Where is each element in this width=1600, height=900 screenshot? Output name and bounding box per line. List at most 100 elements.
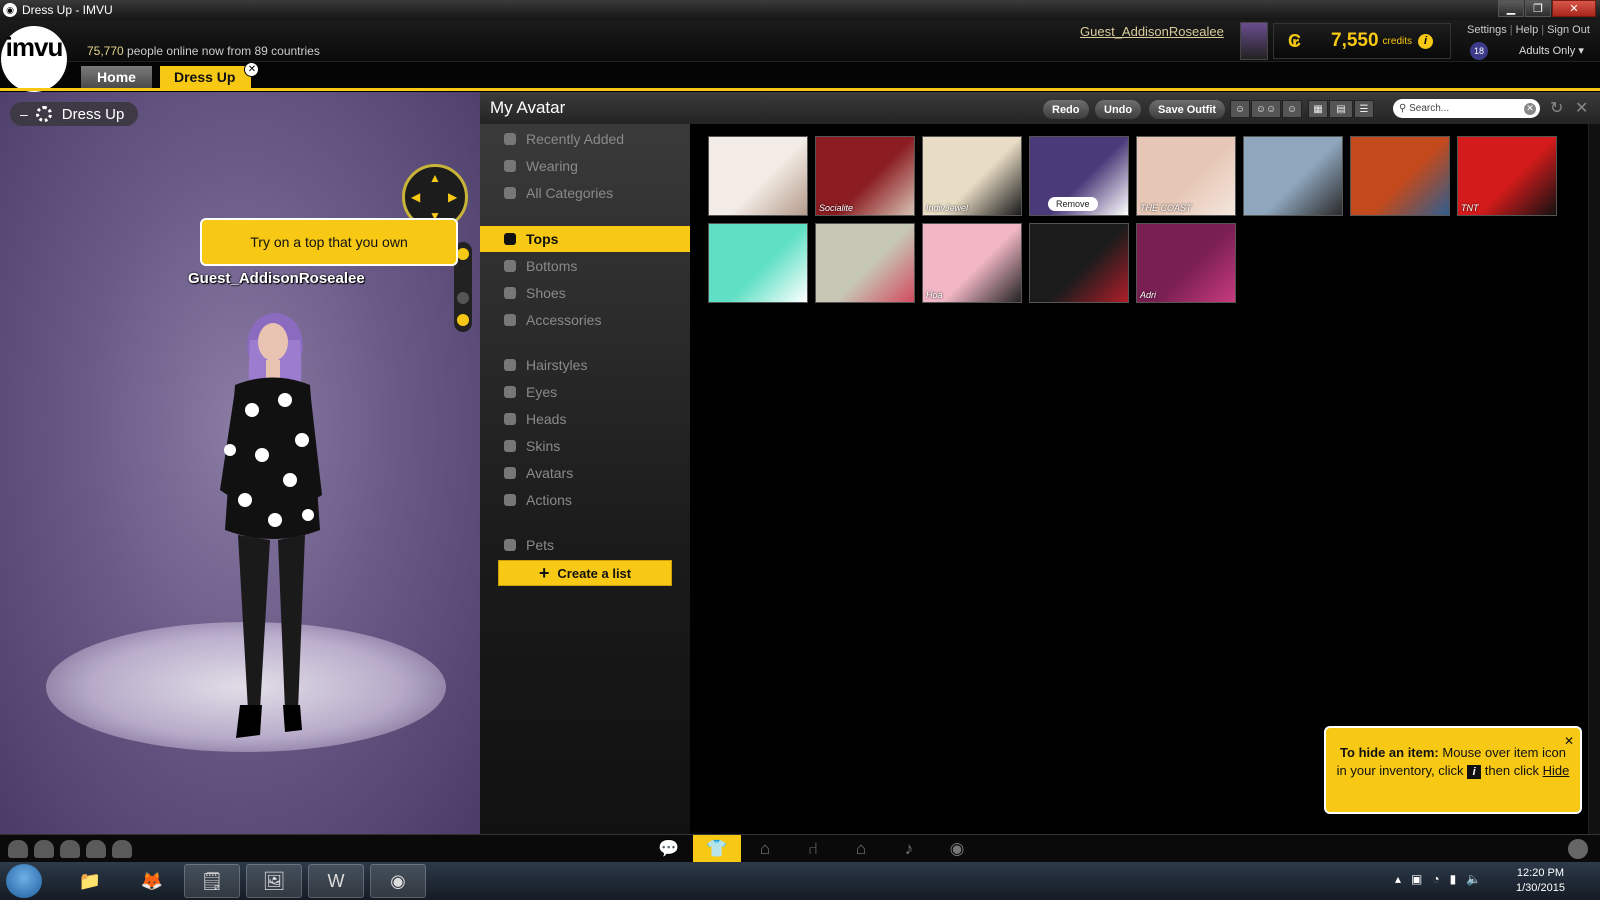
hair-icon [504,359,516,371]
arrow-right-icon[interactable]: ▶ [448,190,457,204]
home-icon[interactable]: ⌂ [837,835,885,863]
collapse-icon[interactable]: – [20,106,28,122]
multi-avatar-view-icon[interactable]: ☺☺ [1251,100,1281,118]
camera-icon[interactable]: ◉ [933,835,981,863]
sidebar-item-all-categories[interactable]: All Categories [480,180,690,206]
close-button[interactable]: ✕ [1552,0,1596,17]
inventory-item[interactable] [1029,223,1129,303]
help-link[interactable]: Help [1516,24,1539,36]
minimize-button[interactable]: ▁ [1498,0,1524,17]
refresh-icon[interactable]: ↻ [1550,98,1563,118]
adults-only-dropdown[interactable]: Adults Only ▾ [1519,44,1584,57]
chair-icon[interactable]: ⑁ [789,835,837,863]
imvu-taskbar-icon[interactable]: ◉ [370,864,426,898]
inventory-item[interactable] [708,136,808,216]
single-avatar-view-icon[interactable]: ☺ [1230,100,1250,118]
clear-search-icon[interactable]: ✕ [1524,102,1536,115]
person-icon[interactable] [60,840,80,858]
sidebar-item-eyes[interactable]: Eyes [480,379,690,405]
image-viewer-icon[interactable]: 🖼 [246,864,302,898]
sidebar-item-shoes[interactable]: Shoes [480,280,690,306]
volume-icon[interactable]: 🔈 [1466,872,1481,886]
tab-dress-up-label: Dress Up [174,69,236,85]
credits-box[interactable]: ₢ 7,550 credits i [1273,23,1451,59]
full-body-view-icon[interactable]: ☺ [1282,100,1302,118]
tray-expand-icon[interactable]: ▴ [1395,872,1401,886]
clock[interactable]: 12:20 PM 1/30/2015 [1516,866,1565,896]
inventory-item[interactable] [1243,136,1343,216]
zoom-step[interactable] [457,292,469,304]
sidebar-item-pets[interactable]: Pets [480,532,690,558]
inventory-item[interactable]: TNT [1457,136,1557,216]
tab-home[interactable]: Home [81,66,152,88]
settings-link[interactable]: Settings [1467,24,1507,36]
tray-security-icon[interactable]: ◔ [1432,872,1439,886]
close-tip-icon[interactable]: ✕ [1564,732,1574,750]
hanger-icon[interactable]: ⌂ [741,835,789,863]
username-link[interactable]: Guest_AddisonRosealee [1080,24,1224,39]
sign-out-link[interactable]: Sign Out [1547,24,1590,36]
inventory-item[interactable]: THE COAST [1136,136,1236,216]
search-input[interactable]: ⚲ Search... ✕ [1393,99,1540,118]
inventory-item[interactable]: Adri [1136,223,1236,303]
close-tab-icon[interactable]: ✕ [244,62,260,77]
imvu-logo[interactable]: imvu [1,26,67,92]
sidebar-item-skins[interactable]: Skins [480,433,690,459]
tray-app-icon[interactable]: ▣ [1411,872,1422,886]
hide-link[interactable]: Hide [1543,763,1570,778]
sidebar-item-actions[interactable]: Actions [480,487,690,513]
inventory-item[interactable]: Remove [1029,136,1129,216]
firefox-icon[interactable]: 🦊 [124,864,180,898]
tab-dress-up[interactable]: Dress Up ✕ [160,62,260,88]
notes-app-icon[interactable]: 🗒 [184,864,240,898]
shirt-icon[interactable]: 👕 [693,835,741,863]
avatar-figure[interactable] [190,290,340,760]
explorer-icon[interactable]: 📁 [62,864,118,898]
inventory-item[interactable] [815,223,915,303]
chat-bubble-icon[interactable] [34,840,54,858]
word-icon[interactable]: W [308,864,364,898]
friends-icon[interactable] [112,840,132,858]
sidebar-item-heads[interactable]: Heads [480,406,690,432]
online-status: 75,770 people online now from 89 countri… [87,44,320,58]
inventory-item[interactable]: IndivJewel [922,136,1022,216]
inventory-item[interactable] [1350,136,1450,216]
start-button[interactable] [6,864,42,898]
sidebar-item-hairstyles[interactable]: Hairstyles [480,352,690,378]
info-icon[interactable]: i [1418,33,1433,49]
save-outfit-button[interactable]: Save Outfit [1149,100,1226,119]
sidebar-item-accessories[interactable]: Accessories [480,307,690,333]
network-icon[interactable]: ▮ [1450,872,1457,886]
sidebar-item-wearing[interactable]: Wearing [480,153,690,179]
inventory-scrollbar[interactable] [1588,124,1600,834]
arrow-left-icon[interactable]: ◀ [411,190,420,204]
close-panel-icon[interactable]: ✕ [1575,98,1588,118]
maximize-button[interactable]: ❐ [1525,0,1551,17]
arrow-up-icon[interactable]: ▲ [429,171,441,185]
dress-up-pill[interactable]: – Dress Up [10,102,139,126]
inventory-item[interactable]: Socialite [815,136,915,216]
user-avatar-thumbnail[interactable] [1240,22,1268,60]
sidebar-item-avatars[interactable]: Avatars [480,460,690,486]
ghost-icon[interactable] [8,840,28,858]
grid-small-icon[interactable]: ▤ [1329,100,1353,118]
redo-button[interactable]: Redo [1043,100,1089,119]
inventory-item[interactable] [708,223,808,303]
sidebar-item-bottoms[interactable]: Bottoms [480,253,690,279]
create-list-button[interactable]: + Create a list [498,560,672,586]
avatar-viewport[interactable]: – Dress Up ▲ ▼ ◀ ▶ Try on a top that you… [0,92,480,834]
sidebar-item-recently-added[interactable]: Recently Added [480,126,690,152]
zoom-handle[interactable] [457,248,469,260]
reset-view-icon[interactable] [457,314,469,326]
sidebar-item-tops[interactable]: Tops [480,226,690,252]
undo-button[interactable]: Undo [1095,100,1142,119]
music-icon[interactable]: ♪ [885,835,933,863]
messages-icon[interactable] [86,840,106,858]
remove-item-button[interactable]: Remove [1048,197,1098,211]
item-brand-label: IndivJewel [926,203,969,213]
grid-large-icon[interactable]: ▦ [1308,100,1328,118]
inventory-item[interactable]: Hoa [922,223,1022,303]
list-view-icon[interactable]: ☰ [1354,100,1374,118]
chat-icon[interactable]: 💬 [645,835,693,863]
profile-icon[interactable] [1568,839,1588,859]
